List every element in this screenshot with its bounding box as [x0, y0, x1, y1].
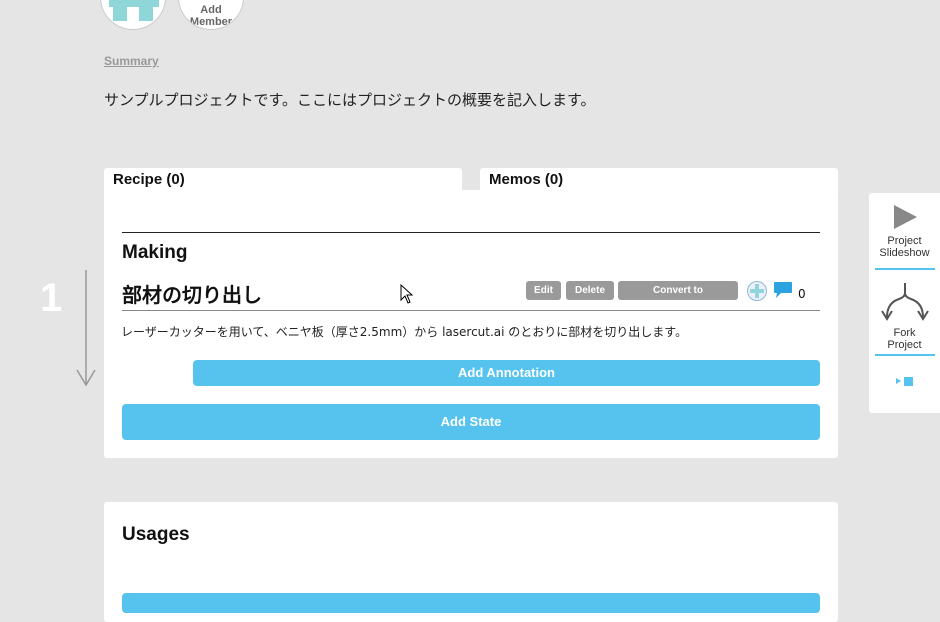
mouse-cursor-icon: [400, 284, 414, 304]
member-avatar[interactable]: [100, 0, 166, 30]
tab-recipe[interactable]: Recipe (0): [104, 168, 462, 192]
add-member-label: Add Member: [189, 4, 233, 28]
avatar-icon: [750, 284, 764, 298]
sidebar-divider: [875, 268, 935, 270]
add-usage-button[interactable]: [122, 593, 820, 613]
sidebar-toggle-button[interactable]: [869, 375, 940, 387]
divider: [122, 310, 820, 311]
step-number: 1: [40, 276, 63, 320]
fork-project-label: Fork Project: [887, 327, 922, 351]
usages-title: Usages: [122, 524, 190, 545]
convert-to-annotation-button[interactable]: Convert to Annotation: [618, 281, 738, 315]
edit-button[interactable]: Edit: [526, 281, 561, 300]
step-title: 部材の切り出し: [122, 283, 262, 307]
add-annotation-button[interactable]: Add Annotation: [193, 360, 820, 386]
step-description: レーザーカッターを用いて、ベニヤ板（厚さ2.5mm）から lasercut.ai…: [121, 325, 688, 339]
member-avatar-icon: [109, 0, 159, 21]
delete-button[interactable]: Delete: [566, 281, 614, 300]
sidebar-divider: [875, 354, 935, 356]
add-member-button[interactable]: Add Member: [178, 0, 244, 30]
summary-text: サンプルプロジェクトです。ここにはプロジェクトの概要を記入します。: [104, 91, 596, 109]
fork-icon: [880, 283, 929, 321]
step-author-avatar[interactable]: [747, 281, 767, 301]
usages-card: Usages: [104, 502, 838, 622]
comment-icon[interactable]: [773, 281, 793, 299]
summary-label: Summary: [104, 54, 159, 68]
tab-memos[interactable]: Memos (0): [480, 168, 838, 192]
project-slideshow-label: Project Slideshow: [879, 235, 930, 259]
project-slideshow-button[interactable]: Project Slideshow: [869, 201, 940, 259]
comment-count: 0: [798, 287, 806, 301]
right-sidebar: Project Slideshow Fork Project: [869, 193, 940, 413]
add-state-button[interactable]: Add State: [122, 404, 820, 440]
recipe-card: Making 部材の切り出し Edit Delete Convert to An…: [104, 190, 838, 458]
expand-icon: [895, 377, 913, 386]
play-icon: [893, 205, 917, 229]
divider: [122, 232, 820, 233]
section-title: Making: [122, 242, 188, 263]
arrow-down-icon: [76, 270, 96, 387]
fork-project-button[interactable]: Fork Project: [869, 281, 940, 351]
